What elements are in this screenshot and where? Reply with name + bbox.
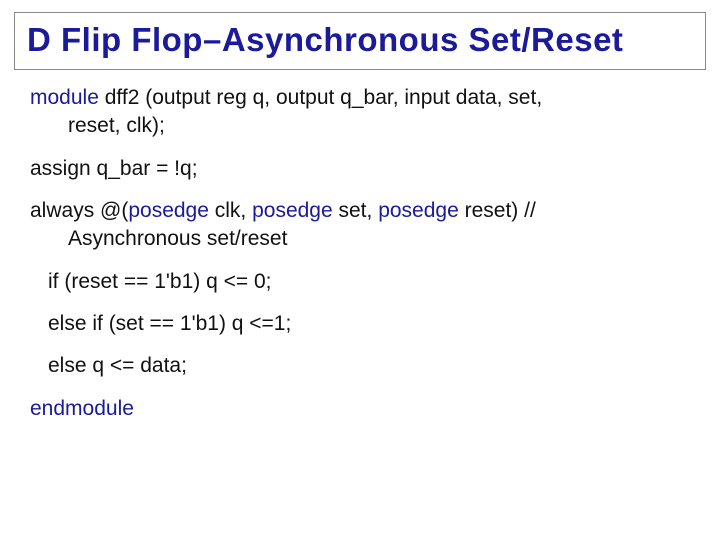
endmodule-keyword: endmodule xyxy=(30,397,134,420)
module-decl-2: reset, clk); xyxy=(30,112,165,140)
module-keyword: module xyxy=(30,86,99,109)
module-decl-1: dff2 (output reg q, output q_bar, input … xyxy=(99,86,542,109)
reset-text: reset) // xyxy=(459,199,536,222)
assign-statement: assign q_bar = !q; xyxy=(30,155,690,183)
posedge-3: posedge xyxy=(378,199,459,222)
posedge-1: posedge xyxy=(128,199,209,222)
posedge-2: posedge xyxy=(252,199,333,222)
set-text: set, xyxy=(333,199,379,222)
if-statement: if (reset == 1'b1) q <= 0; xyxy=(30,268,690,296)
slide-title: D Flip Flop–Asynchronous Set/Reset xyxy=(27,21,693,59)
module-declaration: module dff2 (output reg q, output q_bar,… xyxy=(30,84,690,141)
clk-text: clk, xyxy=(209,199,252,222)
else-statement: else q <= data; xyxy=(30,352,690,380)
endmodule-line: endmodule xyxy=(30,395,690,423)
elseif-statement: else if (set == 1'b1) q <=1; xyxy=(30,310,690,338)
code-content: module dff2 (output reg q, output q_bar,… xyxy=(0,70,720,423)
always-comment: Asynchronous set/reset xyxy=(30,225,287,253)
always-prefix: always @( xyxy=(30,199,128,222)
always-block: always @(posedge clk, posedge set, posed… xyxy=(30,197,690,254)
title-container: D Flip Flop–Asynchronous Set/Reset xyxy=(14,12,706,70)
